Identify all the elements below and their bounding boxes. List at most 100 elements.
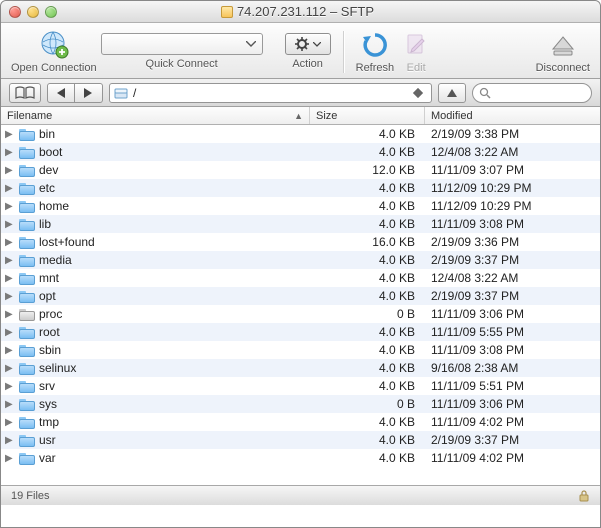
forward-button[interactable] [75,83,103,103]
table-row[interactable]: ▶media4.0 KB2/19/09 3:37 PM [1,251,600,269]
file-size: 4.0 KB [310,271,425,285]
file-size: 16.0 KB [310,235,425,249]
table-row[interactable]: ▶ dev 12.0 KB11/11/09 3:07 PM [1,161,600,179]
table-row[interactable]: ▶root4.0 KB11/11/09 5:55 PM [1,323,600,341]
disclosure-triangle-icon[interactable]: ▶ [5,183,15,194]
disclosure-triangle-icon[interactable]: ▶ [5,219,15,230]
disclosure-triangle-icon[interactable]: ▶ [5,201,15,212]
table-row[interactable]: ▶srv4.0 KB11/11/09 5:51 PM [1,377,600,395]
file-modified: 11/11/09 5:55 PM [425,325,600,339]
disclosure-triangle-icon[interactable]: ▶ [5,327,15,338]
table-row[interactable]: ▶tmp4.0 KB11/11/09 4:02 PM [1,413,600,431]
file-modified: 9/16/08 2:38 AM [425,361,600,375]
column-headers: Filename ▲ Size Modified [1,107,600,125]
refresh-label: Refresh [356,62,395,74]
folder-icon [19,344,35,357]
disclosure-triangle-icon[interactable]: ▶ [5,291,15,302]
table-row[interactable]: ▶opt4.0 KB2/19/09 3:37 PM [1,287,600,305]
table-row[interactable]: ▶proc0 B11/11/09 3:06 PM [1,305,600,323]
table-row[interactable]: ▶boot4.0 KB12/4/08 3:22 AM [1,143,600,161]
window-controls [9,6,57,18]
table-row[interactable]: ▶sbin4.0 KB11/11/09 3:08 PM [1,341,600,359]
column-header-filename[interactable]: Filename ▲ [1,107,310,124]
refresh-button[interactable]: Refresh [356,29,395,74]
file-size: 4.0 KB [310,433,425,447]
folder-icon [19,326,35,339]
folder-icon [19,380,35,393]
table-row[interactable]: ▶usr4.0 KB2/19/09 3:37 PM [1,431,600,449]
zoom-button[interactable] [45,6,57,18]
disclosure-triangle-icon[interactable]: ▶ [5,237,15,248]
file-modified: 11/11/09 3:07 PM [425,163,600,177]
folder-icon [19,182,35,195]
table-row[interactable]: ▶sys0 B11/11/09 3:06 PM [1,395,600,413]
table-row[interactable]: ▶home4.0 KB11/12/09 10:29 PM [1,197,600,215]
folder-icon [19,308,35,321]
table-row[interactable]: ▶mnt4.0 KB12/4/08 3:22 AM [1,269,600,287]
table-row[interactable]: ▶lib4.0 KB11/11/09 3:08 PM [1,215,600,233]
disclosure-triangle-icon[interactable]: ▶ [5,381,15,392]
file-name: proc [39,307,62,321]
disconnect-button[interactable]: Disconnect [536,29,590,74]
action-button[interactable] [285,33,331,55]
disclosure-triangle-icon[interactable]: ▶ [5,309,15,320]
disclosure-triangle-icon[interactable]: ▶ [5,453,15,464]
disclosure-triangle-icon[interactable]: ▶ [5,435,15,446]
file-name: bin [39,127,55,141]
sort-indicator-icon: ▲ [294,111,303,121]
disclosure-triangle-icon[interactable]: ▶ [5,345,15,356]
go-up-button[interactable] [438,83,466,103]
file-size: 0 B [310,397,425,411]
back-button[interactable] [47,83,75,103]
folder-icon [19,290,35,303]
table-row[interactable]: ▶etc4.0 KB11/12/09 10:29 PM [1,179,600,197]
lock-icon [578,490,590,502]
disclosure-triangle-icon[interactable]: ▶ [5,129,15,140]
stepper-icon[interactable] [413,84,427,102]
quick-connect-combo[interactable] [101,33,263,55]
folder-icon [19,398,35,411]
minimize-button[interactable] [27,6,39,18]
file-modified: 2/19/09 3:37 PM [425,433,600,447]
file-size: 12.0 KB [310,163,425,177]
file-modified: 11/11/09 3:06 PM [425,307,600,321]
open-connection-button[interactable]: Open Connection [11,29,97,74]
close-button[interactable] [9,6,21,18]
search-icon [479,87,491,99]
disconnect-label: Disconnect [536,62,590,74]
edit-button[interactable]: Edit [400,29,432,74]
search-input[interactable] [495,87,585,99]
globe-plus-icon [38,29,70,61]
status-count: 19 Files [11,490,50,502]
disclosure-triangle-icon[interactable]: ▶ [5,363,15,374]
folder-icon [19,128,35,141]
column-header-size[interactable]: Size [310,107,425,124]
file-size: 4.0 KB [310,343,425,357]
column-header-modified[interactable]: Modified [425,107,600,124]
disclosure-triangle-icon[interactable]: ▶ [5,255,15,266]
window-title: 74.207.231.112 – SFTP [57,4,538,19]
document-icon [221,6,233,18]
table-row[interactable]: ▶lost+found16.0 KB2/19/09 3:36 PM [1,233,600,251]
table-row[interactable]: ▶selinux4.0 KB9/16/08 2:38 AM [1,359,600,377]
disclosure-triangle-icon[interactable]: ▶ [5,417,15,428]
column-header-size-label: Size [316,110,337,122]
disclosure-triangle-icon[interactable]: ▶ [5,147,15,158]
file-modified: 12/4/08 3:22 AM [425,145,600,159]
disclosure-triangle-icon[interactable]: ▶ [5,273,15,284]
bookmarks-button[interactable] [9,83,41,103]
disclosure-triangle-icon[interactable]: ▶ [5,165,15,176]
open-connection-label: Open Connection [11,62,97,74]
file-list[interactable]: ▶ bin 4.0 KB 2/19/09 3:38 PM ▶boot4.0 KB12/4… [1,125,600,485]
search-field[interactable] [472,83,592,103]
table-row[interactable]: ▶bin4.0 KB2/19/09 3:38 PM [1,125,600,143]
file-name: dev [39,163,58,177]
navbar: / [1,79,600,107]
file-modified: 2/19/09 3:38 PM [425,127,600,141]
folder-icon [19,200,35,213]
triangle-right-icon [84,88,93,98]
path-combo[interactable]: / [109,83,432,103]
table-row[interactable]: ▶var4.0 KB11/11/09 4:02 PM [1,449,600,467]
file-name: root [39,325,60,339]
disclosure-triangle-icon[interactable]: ▶ [5,399,15,410]
